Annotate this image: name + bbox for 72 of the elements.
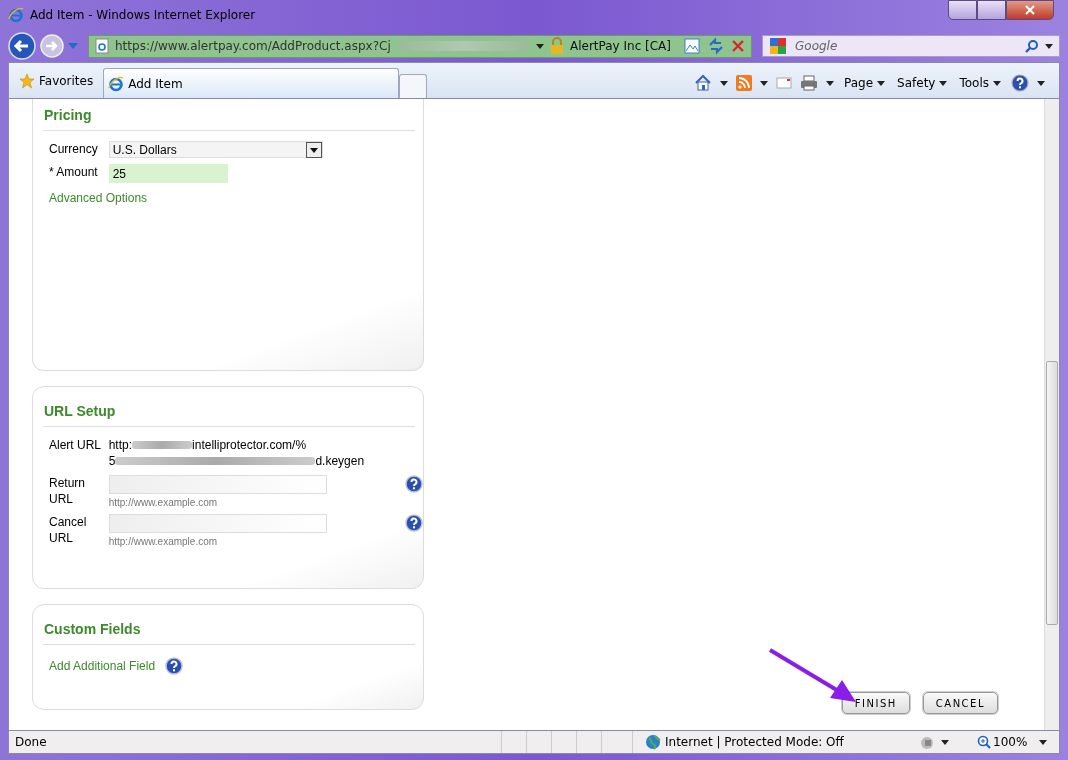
caret-icon[interactable]: [826, 80, 834, 86]
caret-icon[interactable]: [941, 739, 949, 745]
url-text: http:: [108, 437, 133, 453]
example-hint: http://www.example.com: [108, 497, 219, 508]
input-field[interactable]: [108, 475, 327, 494]
search-input[interactable]: Google: [793, 38, 1019, 54]
scrollbar-thumb[interactable]: [1046, 361, 1058, 625]
caret-icon[interactable]: [1039, 739, 1048, 745]
window-title: Add Item - Windows Internet Explorer: [30, 8, 257, 22]
field-label: Alert URL: [49, 437, 102, 453]
close-icon: [1025, 5, 1035, 15]
ie-logo-icon: [108, 75, 125, 92]
url-text: intelliprotector.com/%: [192, 437, 307, 453]
zoom-button[interactable]: 100%: [971, 734, 1034, 750]
field-label: Currency: [49, 141, 99, 157]
link[interactable]: Advanced Options: [49, 191, 148, 205]
menu-button[interactable]: Page: [842, 76, 888, 90]
refresh-icon[interactable]: [707, 37, 725, 55]
caret-icon[interactable]: [760, 80, 768, 86]
caret-icon[interactable]: [1045, 43, 1053, 49]
menu-button[interactable]: Tools: [957, 76, 1003, 90]
caret-icon: [939, 80, 948, 86]
printer-icon[interactable]: [800, 75, 818, 91]
redacted-text: [132, 441, 193, 449]
action-button[interactable]: FINISH: [841, 692, 910, 714]
home-icon[interactable]: [694, 74, 712, 92]
security-zone-text: Internet | Protected Mode: Off: [665, 735, 844, 749]
link[interactable]: Add Additional Field: [49, 659, 156, 673]
url-text: 5: [108, 453, 116, 469]
favorites-button[interactable]: Favorites: [9, 66, 104, 96]
back-icon[interactable]: [8, 32, 36, 60]
minimize-button[interactable]: [948, 0, 977, 20]
padlock-icon: [549, 37, 564, 55]
field-label: * Amount: [49, 164, 99, 180]
caret-icon[interactable]: [720, 80, 728, 86]
field-label: Return URL: [49, 475, 87, 507]
url-text: d.keygen: [315, 453, 365, 469]
rss-feed-icon[interactable]: [736, 75, 752, 91]
scrollbar[interactable]: [1044, 99, 1059, 730]
caret-icon: [877, 80, 886, 86]
input-field[interactable]: [108, 514, 327, 533]
close-button[interactable]: [1006, 0, 1054, 20]
maximize-button[interactable]: [977, 0, 1006, 20]
page-icon: [95, 38, 109, 54]
help-icon[interactable]: [405, 514, 423, 532]
field-label: Cancel URL: [49, 514, 88, 546]
ie-logo-icon: [8, 7, 24, 23]
magnifier-icon: [977, 735, 991, 749]
currency-dropdown[interactable]: U.S. Dollars: [108, 141, 323, 158]
section-title: Pricing: [43, 99, 415, 131]
address-field[interactable]: https://www.alertpay.com/AddProduct.aspx?Cj AlertPay Inc [CA]: [88, 34, 752, 58]
search-icon[interactable]: [1025, 39, 1039, 53]
status-text: Done: [15, 735, 48, 749]
caret-icon: [993, 80, 1001, 86]
browser-tab[interactable]: Add Item: [103, 68, 400, 98]
section-title: URL Setup: [43, 387, 415, 427]
caret-icon[interactable]: [1037, 80, 1045, 86]
menu-button[interactable]: Safety: [895, 76, 950, 90]
help-icon[interactable]: [165, 657, 184, 675]
action-button[interactable]: CANCEL: [922, 692, 998, 714]
input-field[interactable]: 25: [108, 164, 228, 183]
section-title: Custom Fields: [43, 605, 415, 645]
help-icon[interactable]: [405, 475, 423, 493]
google-logo-icon: [769, 37, 787, 55]
example-hint: http://www.example.com: [108, 536, 219, 547]
envelope-icon[interactable]: [776, 77, 792, 89]
globe-icon: [645, 734, 661, 750]
help-menu-icon[interactable]: [1011, 74, 1029, 92]
star-icon: [19, 73, 35, 89]
forward-icon[interactable]: [40, 34, 64, 58]
search-field[interactable]: Google: [762, 35, 1060, 57]
caret-icon[interactable]: [535, 43, 544, 49]
